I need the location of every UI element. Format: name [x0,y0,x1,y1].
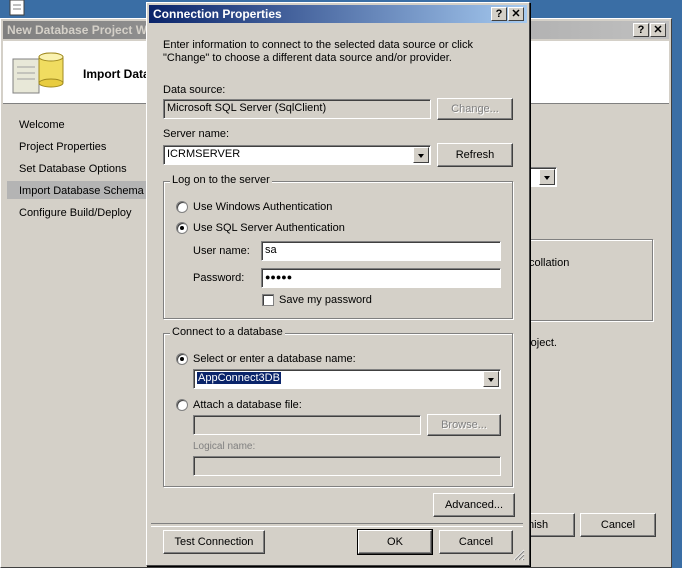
finish-button-label: nish [528,519,549,531]
save-password-label[interactable]: Save my password [279,294,372,306]
chevron-down-icon[interactable] [413,147,429,163]
user-name-input[interactable]: sa [261,241,501,261]
logical-name-input [193,456,501,476]
nav-item-welcome[interactable]: Welcome [19,119,65,131]
nav-item-configure-build-deploy[interactable]: Configure Build/Deploy [19,207,132,219]
attach-file-radio[interactable] [176,399,188,411]
nav-item-import-database-schema[interactable]: Import Database Schema [19,185,144,197]
save-password-checkbox[interactable] [262,294,274,306]
project-text: roject. [527,337,557,349]
wizard-help-icon[interactable]: ? [633,23,649,37]
logon-group-label: Log on to the server [170,174,272,186]
sql-auth-label[interactable]: Use SQL Server Authentication [193,222,345,234]
dialog-divider [151,523,523,527]
wizard-title: New Database Project W [7,23,148,37]
browse-button[interactable]: Browse... [427,414,501,436]
dialog-title: Connection Properties [153,7,282,21]
collation-text: collation [529,257,570,269]
password-label: Password: [193,272,245,284]
database-name-combo[interactable]: AppConnect3DB [193,369,501,389]
change-button[interactable]: Change... [437,98,513,120]
test-connection-button[interactable]: Test Connection [163,530,265,554]
logical-name-label: Logical name: [193,441,256,452]
dialog-intro-text: Enter information to connect to the sele… [163,39,473,64]
close-icon[interactable]: ✕ [508,7,524,21]
windows-auth-radio[interactable] [176,201,188,213]
chevron-down-icon[interactable] [483,371,499,387]
wizard-cancel-label: Cancel [600,519,636,531]
wizard-cancel-button[interactable]: Cancel [580,513,656,537]
connect-database-group-label: Connect to a database [170,326,285,338]
select-database-label[interactable]: Select or enter a database name: [193,353,356,365]
attach-file-input [193,415,421,435]
server-name-value: ICRMSERVER [167,148,241,160]
dialog-titlebar: Connection Properties ? ✕ [149,5,527,23]
finish-button[interactable]: nish [527,513,575,537]
database-name-value: AppConnect3DB [197,372,281,384]
advanced-button[interactable]: Advanced... [433,493,515,517]
connection-properties-dialog: Connection Properties ? ✕ Enter informat… [146,2,530,566]
wizard-options-group [527,239,653,321]
desktop-file-icon[interactable] [8,0,28,16]
wizard-close-icon[interactable]: ✕ [650,23,666,37]
user-name-label: User name: [193,245,250,257]
windows-auth-label[interactable]: Use Windows Authentication [193,201,332,213]
nav-item-set-database-options[interactable]: Set Database Options [19,163,127,175]
ok-button[interactable]: OK [357,529,433,555]
wizard-dropdown-fragment[interactable] [527,167,557,187]
wizard-header-title: Import Data [83,67,150,81]
resize-grip-icon[interactable] [513,549,525,561]
data-source-label: Data source: [163,84,226,96]
select-database-radio[interactable] [176,353,188,365]
attach-file-label[interactable]: Attach a database file: [193,399,302,411]
sql-auth-radio[interactable] [176,222,188,234]
nav-item-project-properties[interactable]: Project Properties [19,141,106,153]
server-name-combo[interactable]: ICRMSERVER [163,145,431,165]
data-source-field: Microsoft SQL Server (SqlClient) [163,99,431,119]
refresh-button[interactable]: Refresh [437,143,513,167]
server-name-label: Server name: [163,128,230,140]
database-icon [11,47,67,97]
help-icon[interactable]: ? [491,7,507,21]
cancel-button[interactable]: Cancel [439,530,513,554]
password-input[interactable]: ●●●●● [261,268,501,288]
chevron-down-icon [539,169,555,185]
